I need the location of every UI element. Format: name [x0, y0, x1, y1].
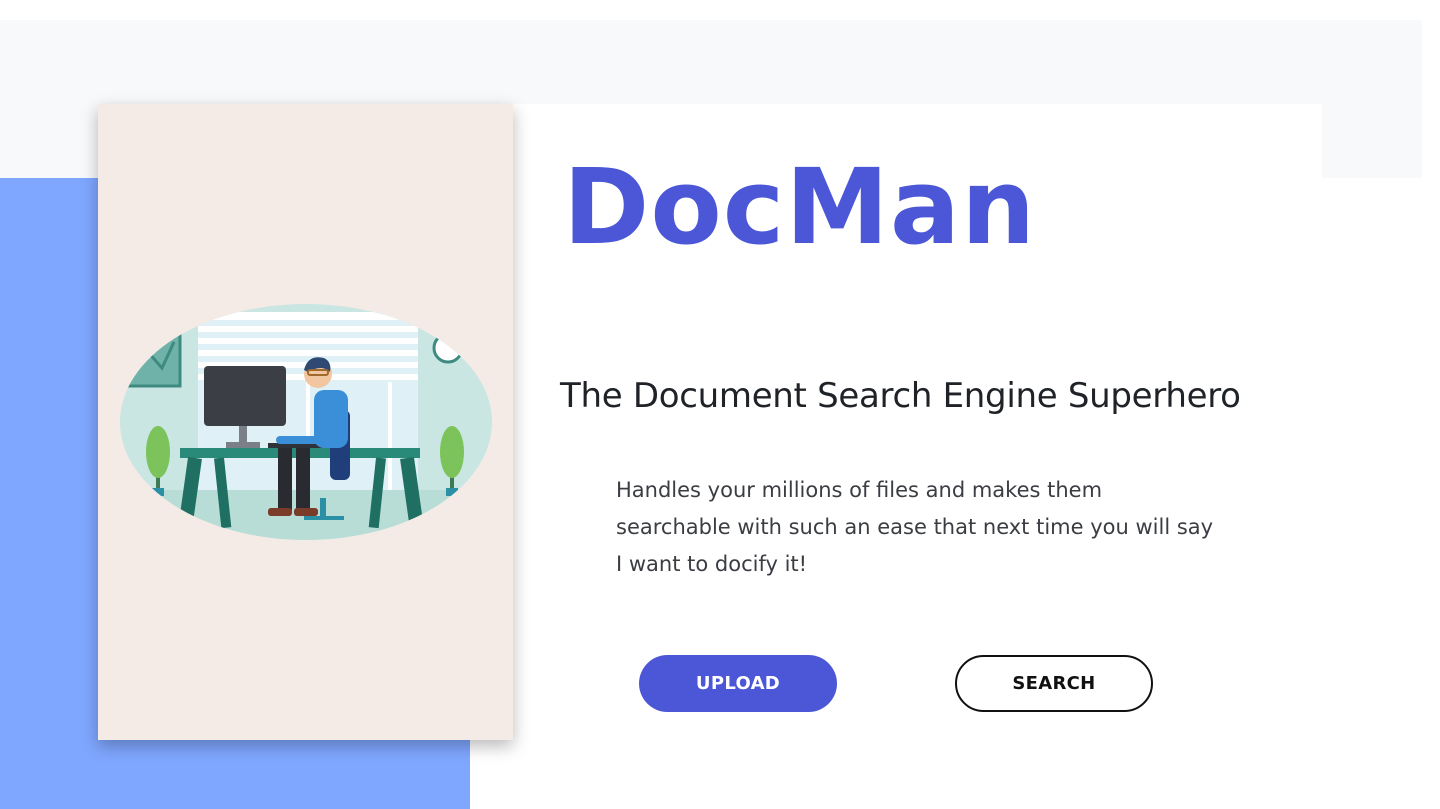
search-button[interactable]: SEARCH — [955, 655, 1153, 712]
hero-tagline: The Document Search Engine Superhero — [560, 376, 1241, 416]
upload-button[interactable]: UPLOAD — [639, 655, 837, 712]
person-at-desk-illustration — [120, 304, 492, 540]
hero-description: Handles your millions of files and makes… — [616, 478, 1214, 576]
landing-page: DocMan The Document Search Engine Superh… — [0, 0, 1440, 809]
illustration-card — [98, 104, 513, 740]
brand-title: DocMan — [563, 146, 1037, 268]
